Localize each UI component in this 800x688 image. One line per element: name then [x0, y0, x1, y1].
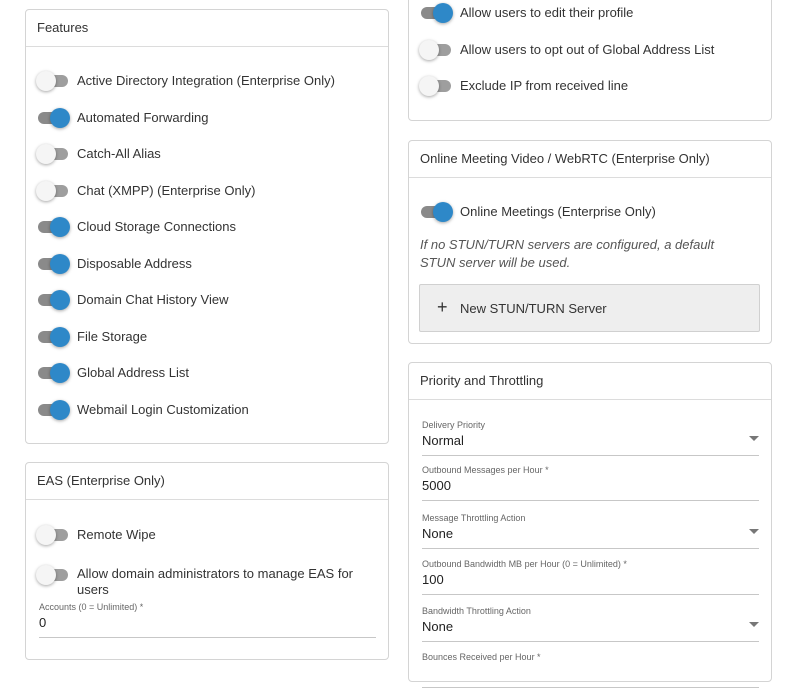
toggle-switch[interactable]: [419, 1, 453, 25]
eas-row-remote-wipe[interactable]: Remote Wipe: [36, 523, 378, 547]
eas-title: EAS (Enterprise Only): [26, 463, 388, 500]
toggle-row[interactable]: Automated Forwarding: [36, 106, 378, 130]
field-label: Outbound Messages per Hour *: [422, 465, 549, 475]
toggle-label: Disposable Address: [77, 255, 192, 271]
toggle-switch[interactable]: [36, 288, 70, 312]
toggle-row[interactable]: File Storage: [36, 325, 378, 349]
toggle-label: Catch-All Alias: [77, 146, 161, 161]
toggle-row[interactable]: Exclude IP from received line: [419, 74, 761, 98]
toggle-switch[interactable]: [36, 325, 70, 349]
toggle-label: Global Address List: [77, 365, 190, 380]
toggle-label: Allow users to edit their profile: [460, 5, 634, 20]
toggle-label: Webmail Login Customization: [77, 401, 249, 417]
input-field[interactable]: Bounces Received per Hour *: [422, 651, 759, 688]
plus-icon: +: [437, 297, 448, 317]
toggle-switch[interactable]: [36, 252, 70, 276]
toggle-row[interactable]: Disposable Address: [36, 252, 378, 276]
field-label: Outbound Bandwidth MB per Hour (0 = Unli…: [422, 559, 627, 569]
toggle-label: Remote Wipe: [77, 527, 156, 542]
field-value-text: Normal: [422, 433, 464, 448]
input-value[interactable]: 100: [422, 570, 759, 595]
toggle-label: File Storage: [77, 328, 148, 344]
field-label: Bandwidth Throttling Action: [422, 606, 531, 616]
field-value-text: None: [422, 619, 454, 634]
toggle-switch[interactable]: [419, 38, 453, 62]
priority-card: Priority and Throttling Delivery Priorit…: [408, 362, 772, 688]
toggle-row[interactable]: Allow users to edit their profile: [419, 1, 761, 25]
online-meeting-title: Online Meeting Video / WebRTC (Enterpris…: [409, 141, 771, 178]
toggle-switch[interactable]: [36, 563, 70, 587]
toggle-label: Exclude IP from received line: [460, 78, 629, 93]
toggle-row[interactable]: Catch-All Alias: [36, 142, 378, 166]
select-value[interactable]: None: [422, 617, 759, 642]
input-field[interactable]: Outbound Bandwidth MB per Hour (0 = Unli…: [422, 558, 759, 595]
input-field[interactable]: Outbound Messages per Hour * 5000: [422, 464, 759, 501]
select-value[interactable]: Normal: [422, 431, 759, 456]
eas-card: EAS (Enterprise Only) Remote Wipe Allow …: [25, 462, 389, 660]
select-field[interactable]: Bandwidth Throttling Action None: [422, 605, 759, 642]
toggle-row[interactable]: Global Address List: [36, 361, 378, 385]
toggle-row[interactable]: Active Directory Integration (Enterprise…: [36, 69, 378, 93]
select-value[interactable]: None: [422, 524, 759, 549]
select-field[interactable]: Message Throttling Action None: [422, 512, 759, 549]
field-label: Delivery Priority: [422, 420, 486, 430]
toggle-switch[interactable]: [36, 106, 70, 130]
features-card: Features Active Directory Integration (E…: [25, 9, 389, 444]
chevron-down-icon[interactable]: [749, 529, 759, 534]
new-stun-turn-server-button[interactable]: + New STUN/TURN Server: [419, 284, 760, 332]
toggle-switch[interactable]: [36, 142, 70, 166]
stun-note: If no STUN/TURN servers are configured, …: [420, 237, 715, 270]
online-meetings-row[interactable]: Online Meetings (Enterprise Only): [419, 200, 761, 224]
accounts-input[interactable]: 0: [39, 613, 376, 638]
toggle-label: Chat (XMPP) (Enterprise Only): [77, 182, 256, 198]
user-options-card: Allow users to edit their profile Allow u…: [408, 0, 772, 121]
toggle-label: Online Meetings (Enterprise Only): [460, 204, 656, 219]
accounts-field[interactable]: Accounts (0 = Unlimited) * 0: [39, 601, 376, 638]
toggle-switch[interactable]: [36, 179, 70, 203]
toggle-row[interactable]: Cloud Storage Connections: [36, 215, 378, 239]
toggle-label: Cloud Storage Connections: [77, 219, 236, 234]
online-meeting-card: Online Meeting Video / WebRTC (Enterpris…: [408, 140, 772, 344]
toggle-switch[interactable]: [36, 69, 70, 93]
toggle-label: Automated Forwarding: [77, 109, 209, 125]
priority-title: Priority and Throttling: [409, 363, 771, 400]
toggle-row[interactable]: Webmail Login Customization: [36, 398, 378, 422]
field-label: Bounces Received per Hour *: [422, 652, 541, 662]
features-title: Features: [26, 10, 388, 47]
field-value-text: 5000: [422, 478, 451, 493]
field-value-text: 100: [422, 572, 444, 587]
toggle-switch[interactable]: [36, 398, 70, 422]
toggle-label: Domain Chat History View: [77, 292, 229, 307]
toggle-switch[interactable]: [419, 200, 453, 224]
chevron-down-icon[interactable]: [749, 622, 759, 627]
toggle-label: Active Directory Integration (Enterprise…: [77, 73, 335, 88]
field-label: Message Throttling Action: [422, 513, 526, 523]
select-field[interactable]: Delivery Priority Normal: [422, 419, 759, 456]
toggle-label: Allow users to opt out of Global Address…: [460, 41, 715, 57]
toggle-row[interactable]: Allow users to opt out of Global Address…: [419, 38, 761, 62]
toggle-switch[interactable]: [36, 361, 70, 385]
accounts-label: Accounts (0 = Unlimited) *: [39, 602, 144, 612]
input-value[interactable]: 5000: [422, 476, 759, 501]
eas-row-allow-admins[interactable]: Allow domain administrators to manage EA…: [36, 563, 378, 597]
toggle-row[interactable]: Domain Chat History View: [36, 288, 378, 312]
chevron-down-icon[interactable]: [749, 436, 759, 441]
field-value-text: None: [422, 526, 454, 541]
toggle-row[interactable]: Chat (XMPP) (Enterprise Only): [36, 179, 378, 203]
toggle-switch[interactable]: [36, 523, 70, 547]
new-server-label: New STUN/TURN Server: [460, 301, 607, 316]
toggle-label: Allow domain administrators to manage EA…: [77, 566, 354, 597]
toggle-switch[interactable]: [419, 74, 453, 98]
toggle-switch[interactable]: [36, 215, 70, 239]
